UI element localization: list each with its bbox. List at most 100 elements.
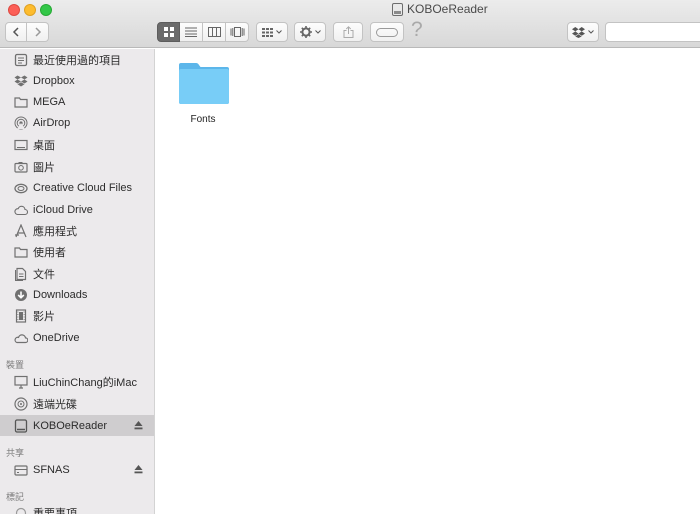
gear-icon <box>299 26 312 38</box>
sidebar-item-label: 文件 <box>33 268 55 281</box>
chevron-down-icon <box>588 30 594 34</box>
arrange-button[interactable] <box>256 22 288 42</box>
sidebar-item-recents[interactable]: 最近使用過的項目 <box>0 49 154 70</box>
sidebar-item-label: LiuChinChang的iMac <box>33 376 137 389</box>
sidebar-item-label: Creative Cloud Files <box>33 181 133 194</box>
sidebar-item-label: Dropbox <box>33 74 75 87</box>
tag-icon <box>376 27 398 37</box>
sidebar-item-downloads[interactable]: Downloads <box>0 284 154 305</box>
film-icon <box>13 308 28 323</box>
icon-view-button[interactable] <box>157 22 180 42</box>
sidebar-item-mega[interactable]: MEGA <box>0 91 154 112</box>
sidebar-item-desktop[interactable]: 桌面 <box>0 134 154 155</box>
sidebar-item-creative-cloud[interactable]: Creative Cloud Files <box>0 177 154 198</box>
sidebar-item-onedrive[interactable]: OneDrive <box>0 327 154 348</box>
share-icon <box>343 26 353 38</box>
cover-flow-view-button[interactable] <box>226 22 249 42</box>
chevron-left-icon <box>12 27 19 37</box>
dropbox-button[interactable] <box>567 22 599 42</box>
download-icon <box>13 288 28 302</box>
file-item-label: Fonts <box>190 114 216 125</box>
share-button[interactable] <box>333 22 363 42</box>
disc-icon <box>13 396 28 411</box>
column-view-button[interactable] <box>203 22 226 42</box>
sidebar-item-users[interactable]: 使用者 <box>0 241 154 262</box>
eject-icon[interactable] <box>134 464 143 474</box>
back-button[interactable] <box>5 22 27 42</box>
sidebar-item-label: SFNAS <box>33 463 70 476</box>
applications-icon <box>13 223 28 238</box>
sidebar-section-shared: 共享 <box>6 448 25 458</box>
dropbox-icon <box>572 26 585 38</box>
dropbox-icon <box>13 74 28 88</box>
sidebar-item-label: 最近使用過的項目 <box>33 54 121 67</box>
grid-icon <box>163 27 174 37</box>
sidebar-section-devices: 裝置 <box>6 360 25 370</box>
sidebar-item-remote-disc[interactable]: 遠端光碟 <box>0 393 154 414</box>
sidebar-item-label: 使用者 <box>33 246 66 259</box>
view-mode-control <box>157 22 249 42</box>
sidebar-item-label: OneDrive <box>33 331 80 344</box>
action-menu-button[interactable] <box>294 22 326 42</box>
server-icon <box>13 463 28 477</box>
cover-flow-icon <box>230 27 244 37</box>
folder-icon <box>13 245 28 259</box>
chevron-down-icon <box>276 30 282 34</box>
sidebar-item-label: 遠端光碟 <box>33 398 77 411</box>
sidebar-item-label: Downloads <box>33 288 88 301</box>
sidebar-item-label: AirDrop <box>33 116 71 129</box>
drive-icon <box>13 418 28 433</box>
sidebar-item-dropbox[interactable]: Dropbox <box>0 70 154 91</box>
sidebar-item-koboereader[interactable]: KOBOeReader <box>0 415 154 436</box>
minimize-window-button[interactable] <box>24 4 36 16</box>
chevron-down-icon <box>314 30 321 34</box>
sidebar-item-label: 應用程式 <box>33 225 77 238</box>
recents-icon <box>13 53 28 67</box>
maximize-window-button[interactable] <box>40 4 52 16</box>
list-view-button[interactable] <box>180 22 203 42</box>
edit-tags-button[interactable] <box>370 22 404 42</box>
sidebar-item-label: 重要事項 <box>33 507 77 514</box>
sidebar-item-label: 桌面 <box>33 139 55 152</box>
sidebar-item-label: 圖片 <box>33 161 55 174</box>
sidebar-item-documents[interactable]: 文件 <box>0 263 154 284</box>
cloud-icon <box>13 331 28 345</box>
sidebar-item-imac[interactable]: LiuChinChang的iMac <box>0 371 154 392</box>
sidebar-item-sfnas[interactable]: SFNAS <box>0 459 154 480</box>
search-input[interactable] <box>605 22 700 42</box>
folder-icon <box>13 95 28 109</box>
window-title: KOBOeReader <box>392 1 488 17</box>
documents-icon <box>13 267 28 281</box>
file-browser-pane: Fonts <box>155 49 700 514</box>
forward-button[interactable] <box>27 22 49 42</box>
arrange-grid-icon <box>262 27 273 37</box>
window-titlebar: KOBOeReader ? <box>0 0 700 48</box>
sidebar-item-label: MEGA <box>33 95 66 108</box>
sidebar: 最近使用過的項目 Dropbox MEGA AirDrop 桌面 圖片 Crea… <box>0 49 155 514</box>
eject-icon[interactable] <box>134 420 143 430</box>
sidebar-item-icloud-drive[interactable]: iCloud Drive <box>0 199 154 220</box>
sidebar-item-applications[interactable]: 應用程式 <box>0 220 154 241</box>
sidebar-item-pictures[interactable]: 圖片 <box>0 156 154 177</box>
imac-icon <box>13 375 28 389</box>
chevron-right-icon <box>34 27 41 37</box>
window-title-text: KOBOeReader <box>407 2 488 16</box>
columns-icon <box>207 27 221 37</box>
desktop-icon <box>13 138 28 152</box>
list-icon <box>185 27 197 37</box>
sidebar-item-label: 影片 <box>33 310 55 323</box>
folder-icon <box>179 63 229 104</box>
sidebar-item-airdrop[interactable]: AirDrop <box>0 112 154 133</box>
sidebar-item-label: iCloud Drive <box>33 203 93 216</box>
cloud-icon <box>13 203 28 217</box>
sidebar-item-label: KOBOeReader <box>33 419 107 432</box>
help-icon[interactable]: ? <box>411 18 423 42</box>
tag-icon <box>13 506 28 514</box>
drive-icon <box>392 2 403 16</box>
sidebar-item-tag-important[interactable]: 重要事項 <box>0 502 154 514</box>
sidebar-item-movies[interactable]: 影片 <box>0 305 154 326</box>
close-window-button[interactable] <box>8 4 20 16</box>
creative-cloud-icon <box>13 181 28 195</box>
airdrop-icon <box>13 116 28 130</box>
camera-icon <box>13 160 28 174</box>
